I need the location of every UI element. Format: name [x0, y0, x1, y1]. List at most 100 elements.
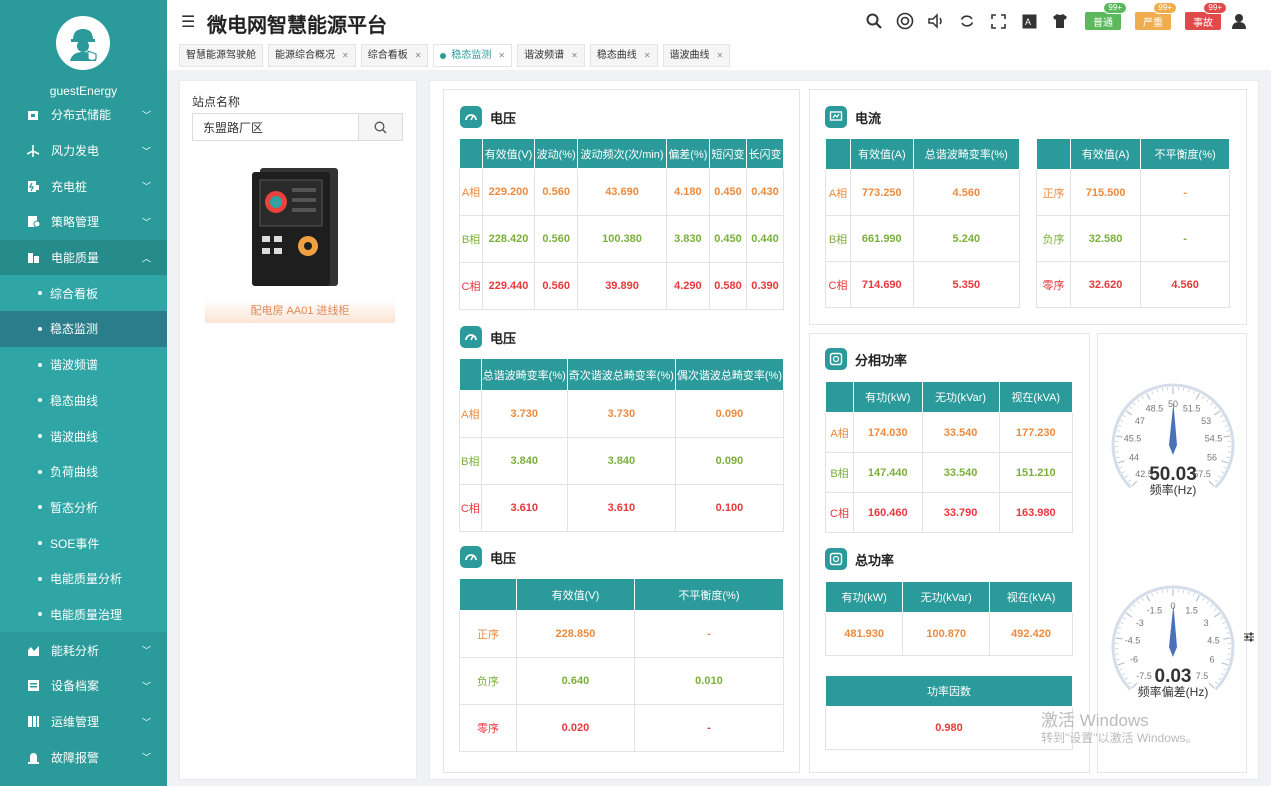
close-icon[interactable]: ✕: [415, 44, 422, 67]
th-blank: [825, 381, 854, 413]
gauge-icon: [460, 546, 482, 568]
site-input[interactable]: [193, 114, 358, 140]
alarm-count-badge: 99+: [1153, 2, 1177, 14]
card-title-text: 分相功率: [855, 352, 908, 368]
sidebar-subitem-soe[interactable]: SOE事件: [0, 525, 167, 561]
tab-overview-board[interactable]: 综合看板 ✕: [360, 44, 429, 67]
cell: -: [1140, 215, 1230, 262]
th-long-flicker: 长闪变: [745, 138, 785, 169]
gauge-tick-label: -6: [1130, 655, 1138, 665]
table-row: 正序 228.850-: [459, 610, 785, 658]
voltage-table-1: 有效值(V) 波动(%) 波动频次(次/min) 偏差(%) 短闪变 长闪变 A…: [459, 138, 785, 310]
alarm-normal-button[interactable]: 普通 99+: [1085, 2, 1127, 30]
sidebar-item-fault-alarm[interactable]: 故障报警 ﹀: [0, 739, 167, 775]
sidebar-item-ops[interactable]: 运维管理 ﹀: [0, 704, 167, 740]
submenu-power-quality: 综合看板 稳态监测 谐波频谱 稳态曲线 谐波曲线 负荷曲线 暂态分析 SOE事件…: [0, 275, 167, 633]
search-icon[interactable]: [864, 11, 884, 31]
cell: 4.560: [1140, 261, 1230, 308]
cell: 0.010: [633, 657, 785, 705]
th-active: 有功(kW): [824, 581, 904, 613]
th-unbalance: 不平衡度(%): [1140, 138, 1230, 170]
sidebar-subitem-label: SOE事件: [50, 536, 100, 551]
gauge-tick: [1124, 677, 1128, 680]
close-icon[interactable]: ✕: [644, 44, 651, 67]
volume-icon[interactable]: [926, 11, 946, 31]
table-row: 零序 32.620 4.560: [1036, 261, 1230, 308]
tab-bar: 智慧能源驾驶舱 能源综合概况 ✕ 综合看板 ✕ 稳态监测 ✕ 谐波频谱 ✕ 稳态曲线 ✕ …: [179, 44, 735, 67]
sidebar-item-storage[interactable]: 分布式储能 ﹀: [0, 97, 167, 133]
gauge-tick: [1208, 682, 1215, 689]
tab-steady-curve[interactable]: 稳态曲线 ✕: [589, 44, 658, 67]
bullet-icon: [38, 576, 42, 581]
theme-shirt-icon[interactable]: [1050, 11, 1070, 31]
alarm-accident-button[interactable]: 事故 99+: [1185, 2, 1227, 30]
th-short-flicker: 短闪变: [709, 138, 747, 169]
row-label: C相: [825, 261, 851, 308]
bullet-icon: [38, 398, 42, 403]
th-blank: [459, 578, 517, 611]
table-row: A相 174.030 33.540 177.230: [825, 412, 1074, 453]
translate-icon[interactable]: A: [1019, 11, 1039, 31]
close-icon[interactable]: ✕: [498, 44, 505, 67]
user-name: guestEnergy: [49, 84, 118, 98]
table-row: 负序 32.580-: [1036, 215, 1230, 262]
voltage-title-3: 电压: [460, 546, 516, 568]
avatar[interactable]: [56, 16, 110, 70]
tab-harmonic-curve[interactable]: 谐波曲线 ✕: [662, 44, 731, 67]
gauge-tick: [1125, 612, 1133, 618]
sidebar-subitem-transient[interactable]: 暂态分析: [0, 490, 167, 526]
close-icon[interactable]: ✕: [571, 44, 578, 67]
menu-toggle-icon[interactable]: ☰: [181, 12, 195, 32]
voltage-title-2: 电压: [460, 326, 516, 348]
tab-cockpit[interactable]: 智慧能源驾驶舱: [179, 44, 263, 67]
fullscreen-icon[interactable]: [988, 11, 1008, 31]
close-icon[interactable]: ✕: [342, 44, 349, 67]
sidebar-subitem-harmonic-spectrum[interactable]: 谐波频谱: [0, 347, 167, 383]
cell: 3.610: [566, 484, 676, 532]
sidebar-subitem-steady-curve[interactable]: 稳态曲线: [0, 383, 167, 419]
gauge-tick: [1122, 415, 1126, 418]
gauge-tick-label: 7.5: [1196, 671, 1209, 681]
gauge-tick: [1117, 460, 1125, 464]
alarm-serious-button[interactable]: 严重 99+: [1135, 2, 1177, 30]
tab-steady-monitor[interactable]: 稳态监测 ✕: [433, 44, 513, 67]
support-icon[interactable]: [895, 11, 915, 31]
sidebar-item-power-quality[interactable]: 电能质量 ︿: [0, 239, 167, 276]
tab-energy-overview[interactable]: 能源综合概况 ✕: [268, 44, 356, 67]
table-row: A相 3.730 3.730 0.090: [459, 390, 785, 438]
gauge-tick: [1131, 682, 1138, 689]
sidebar-subitem-load-curve[interactable]: 负荷曲线: [0, 454, 167, 490]
sidebar-subitem-overview[interactable]: 综合看板: [0, 275, 167, 311]
sidebar-subitem-harmonic-curve[interactable]: 谐波曲线: [0, 418, 167, 454]
sidebar-subitem-pq-analysis[interactable]: 电能质量分析: [0, 561, 167, 597]
tab-harmonic-spectrum[interactable]: 谐波频谱 ✕: [517, 44, 585, 67]
sidebar-item-wind[interactable]: 风力发电 ﹀: [0, 133, 167, 169]
th-blank: [459, 138, 483, 169]
sidebar-item-label: 策略管理: [51, 215, 100, 230]
settings-sliders-icon[interactable]: [1243, 631, 1255, 646]
user-icon[interactable]: [1229, 11, 1249, 31]
sidebar-item-charger[interactable]: 充电桩 ﹀: [0, 168, 167, 204]
chevron-down-icon: ﹀: [141, 181, 151, 192]
card-title-text: 电压: [490, 110, 517, 126]
gauge-tick: [1129, 608, 1132, 611]
gauge-tick-label: 45.5: [1124, 434, 1142, 444]
gauge-tick: [1115, 637, 1123, 640]
sidebar-item-device-archive[interactable]: 设备档案 ﹀: [0, 668, 167, 704]
cell: 3.840: [566, 437, 676, 485]
close-icon[interactable]: ✕: [717, 44, 724, 67]
gauge-tick: [1151, 592, 1154, 596]
gauge-label: 频率(Hz): [1150, 482, 1197, 497]
row-label: 负序: [459, 657, 517, 705]
search-icon: [374, 121, 387, 133]
sidebar-subitem-pq-governance[interactable]: 电能质量治理: [0, 597, 167, 633]
bullet-icon: [38, 612, 42, 617]
refresh-icon[interactable]: [957, 11, 977, 31]
site-search-button[interactable]: [358, 114, 402, 140]
gauge-label: 频率偏差(Hz): [1138, 684, 1209, 699]
gauge-tick: [1119, 668, 1123, 671]
sidebar-item-strategy[interactable]: 策略管理 ﹀: [0, 204, 167, 240]
gauge-tick-label: 4.5: [1207, 636, 1220, 646]
sidebar-subitem-steady-monitor[interactable]: 稳态监测: [0, 311, 167, 347]
sidebar-item-energy-analysis[interactable]: 能耗分析 ﹀: [0, 632, 167, 668]
